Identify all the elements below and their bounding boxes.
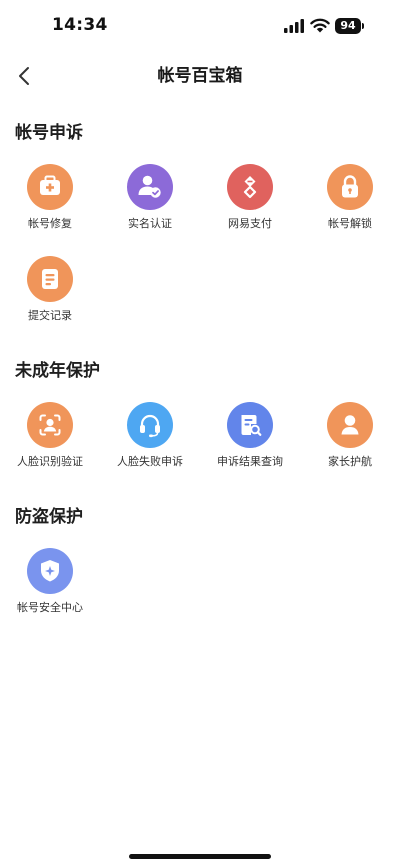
face-failure-appeal-button[interactable]: 人脸失败申诉 [100,402,200,478]
section-title-account-appeal: 帐号申诉 [15,123,83,143]
submission-record-button[interactable]: 提交记录 [0,256,100,332]
face-recognition-button[interactable]: 人脸识别验证 [0,402,100,478]
face-recognition-label: 人脸识别验证 [17,455,83,468]
status-time: 14:34 [52,15,108,35]
real-name-auth-label: 实名认证 [128,217,172,230]
face-failure-appeal-label: 人脸失败申诉 [117,455,183,468]
netease-pay-icon [227,164,273,210]
unlock-icon [327,164,373,210]
battery-level: 94 [340,19,356,32]
battery-icon: 94 [335,18,366,34]
account-repair-button[interactable]: 帐号修复 [0,164,100,240]
section-title-anti-theft: 防盗保护 [15,507,83,527]
user-verified-icon [127,164,173,210]
account-security-center-button[interactable]: 帐号安全中心 [0,548,100,624]
navigation-bar: 帐号百宝箱 [0,54,400,98]
cellular-signal-icon [284,19,304,33]
medkit-icon [27,164,73,210]
real-name-auth-button[interactable]: 实名认证 [100,164,200,240]
netease-pay-label: 网易支付 [228,217,272,230]
parent-icon [327,402,373,448]
page-title: 帐号百宝箱 [157,66,243,86]
shield-icon [27,548,73,594]
parent-guard-label: 家长护航 [328,455,372,468]
record-icon [27,256,73,302]
back-icon[interactable] [14,62,36,90]
status-bar: 14:34 94 [0,0,400,54]
account-unlock-button[interactable]: 帐号解锁 [300,164,400,240]
account-repair-label: 帐号修复 [28,217,72,230]
document-search-icon [227,402,273,448]
headset-icon [127,402,173,448]
account-security-center-label: 帐号安全中心 [17,601,83,614]
appeal-result-query-label: 申诉结果查询 [217,455,283,468]
netease-pay-button[interactable]: 网易支付 [200,164,300,240]
submission-record-label: 提交记录 [28,309,72,322]
face-scan-icon [27,402,73,448]
wifi-icon [310,18,330,33]
appeal-result-query-button[interactable]: 申诉结果查询 [200,402,300,478]
home-indicator[interactable] [129,854,271,859]
section-title-minor-protection: 未成年保护 [15,361,100,381]
parent-guard-button[interactable]: 家长护航 [300,402,400,478]
account-unlock-label: 帐号解锁 [328,217,372,230]
